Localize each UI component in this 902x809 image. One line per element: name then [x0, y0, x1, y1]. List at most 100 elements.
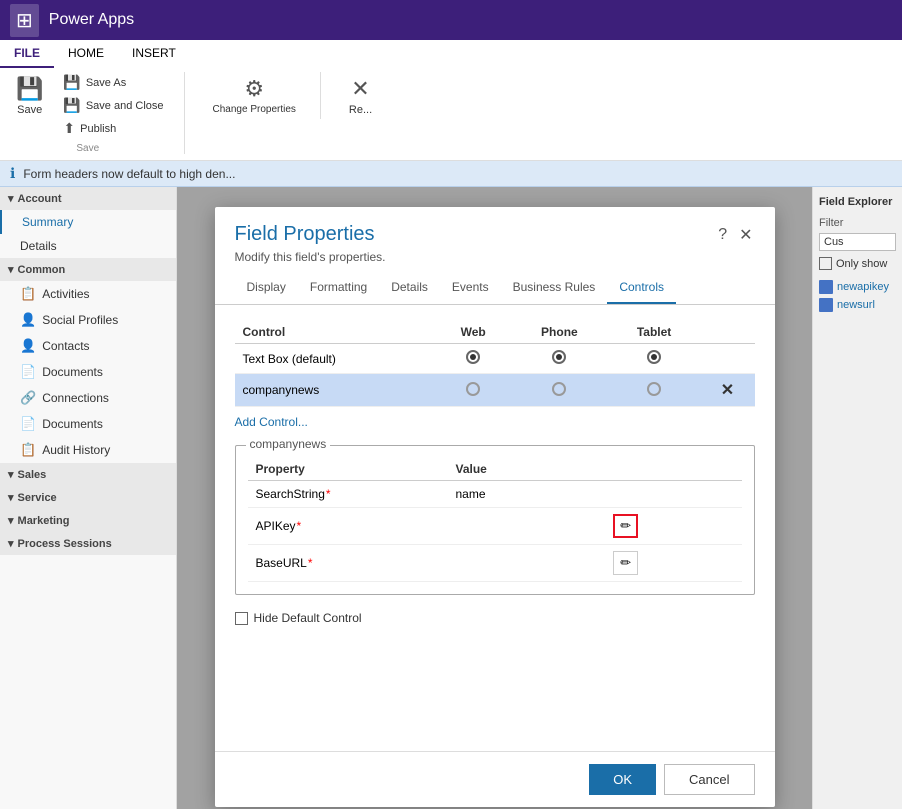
sidebar-item-audit-history[interactable]: 📋 Audit History — [0, 437, 176, 463]
radio-web-companynews[interactable] — [466, 382, 480, 396]
tab-insert[interactable]: INSERT — [118, 40, 190, 68]
save-button[interactable]: 💾 Save — [8, 72, 51, 120]
activities-icon: 📋 — [20, 286, 36, 302]
sidebar-item-documents1[interactable]: 📄 Documents — [0, 359, 176, 385]
only-show-label: Only show — [836, 258, 887, 270]
tab-file[interactable]: FILE — [0, 40, 54, 68]
sidebar-item-summary[interactable]: Summary — [0, 210, 176, 234]
change-properties-button[interactable]: ⚙ Change Properties — [205, 72, 304, 119]
only-show-checkbox[interactable] — [819, 257, 832, 270]
tab-details[interactable]: Details — [379, 272, 440, 304]
controls-table: Control Web Phone Tablet Text Box (defau… — [235, 321, 755, 407]
control-phone-textbox[interactable] — [511, 344, 608, 374]
audit-history-label: Audit History — [42, 443, 110, 457]
control-name-textbox: Text Box (default) — [235, 344, 436, 374]
hide-default-checkbox[interactable] — [235, 612, 248, 625]
prop-edit-baseurl[interactable]: ✏ — [605, 545, 741, 582]
modal-subtitle: Modify this field's properties. — [235, 250, 386, 264]
col-header-control: Control — [235, 321, 436, 344]
radio-tablet-textbox[interactable] — [647, 350, 661, 364]
prop-name-apikey: APIKey* — [248, 508, 448, 545]
tab-events[interactable]: Events — [440, 272, 501, 304]
control-web-companynews[interactable] — [435, 374, 511, 407]
field-item-newapikey[interactable]: newapikey — [819, 278, 896, 296]
hide-default-row: Hide Default Control — [235, 611, 755, 625]
documents1-icon: 📄 — [20, 364, 36, 380]
publish-button[interactable]: ⬆ Publish — [59, 118, 167, 139]
tab-business-rules[interactable]: Business Rules — [501, 272, 608, 304]
radio-tablet-companynews[interactable] — [647, 382, 661, 396]
top-bar: ⊞ Power Apps — [0, 0, 902, 40]
save-as-button[interactable]: 💾 Save As — [59, 72, 167, 93]
sidebar-section-marketing[interactable]: ▾ Marketing — [0, 509, 176, 532]
delete-icon[interactable]: ✕ — [721, 382, 734, 399]
field-icon-newapikey — [819, 280, 833, 294]
ok-button[interactable]: OK — [589, 764, 656, 795]
sidebar-item-contacts[interactable]: 👤 Contacts — [0, 333, 176, 359]
hide-default-label: Hide Default Control — [254, 611, 362, 625]
sidebar-section-account[interactable]: ▾ Account — [0, 187, 176, 210]
add-control-link[interactable]: Add Control... — [235, 415, 308, 429]
radio-phone-textbox[interactable] — [552, 350, 566, 364]
modal-overlay: Field Properties Modify this field's pro… — [177, 187, 812, 809]
table-row: SearchString* name — [248, 481, 742, 508]
sidebar-section-service[interactable]: ▾ Service — [0, 486, 176, 509]
save-label: Save — [17, 104, 42, 116]
account-label: Account — [18, 193, 62, 205]
save-as-icon: 💾 — [63, 74, 80, 91]
publish-icon: ⬆ — [63, 120, 75, 137]
edit-baseurl-button[interactable]: ✏ — [613, 551, 638, 575]
prop-value-searchstring: name — [448, 481, 606, 508]
common-label: Common — [18, 264, 66, 276]
sidebar-section-common[interactable]: ▾ Common — [0, 258, 176, 281]
help-button[interactable]: ? — [716, 223, 729, 247]
control-tablet-companynews[interactable] — [608, 374, 701, 407]
control-web-textbox[interactable] — [435, 344, 511, 374]
field-item-newsurl[interactable]: newsurl — [819, 296, 896, 314]
right-panel: Field Explorer Filter Only show newapike… — [812, 187, 902, 809]
field-properties-modal: Field Properties Modify this field's pro… — [215, 207, 775, 807]
tab-controls[interactable]: Controls — [607, 272, 676, 304]
col-header-phone: Phone — [511, 321, 608, 344]
tab-formatting[interactable]: Formatting — [298, 272, 379, 304]
cancel-button[interactable]: Cancel — [664, 764, 754, 795]
col-header-web: Web — [435, 321, 511, 344]
edit-apikey-button[interactable]: ✏ — [613, 514, 638, 538]
control-name-companynews: companynews — [235, 374, 436, 407]
properties-table: Property Value SearchString* name — [248, 458, 742, 582]
sidebar-section-process-sessions[interactable]: ▾ Process Sessions — [0, 532, 176, 555]
required-star: * — [297, 519, 302, 533]
radio-web-textbox[interactable] — [466, 350, 480, 364]
prop-edit-apikey[interactable]: ✏ — [605, 508, 741, 545]
tab-home[interactable]: HOME — [54, 40, 118, 68]
close-button[interactable]: ✕ — [737, 223, 754, 247]
table-row[interactable]: companynews ✕ — [235, 374, 755, 407]
control-phone-companynews[interactable] — [511, 374, 608, 407]
sidebar-item-documents2[interactable]: 📄 Documents — [0, 411, 176, 437]
control-tablet-textbox[interactable] — [608, 344, 701, 374]
account-chevron-icon: ▾ — [8, 192, 14, 205]
apps-icon[interactable]: ⊞ — [10, 4, 39, 37]
remove-button[interactable]: ✕ Re... — [341, 72, 380, 120]
filter-input[interactable] — [819, 233, 896, 251]
prop-name-baseurl: BaseURL* — [248, 545, 448, 582]
info-icon: ℹ — [10, 165, 15, 182]
connections-icon: 🔗 — [20, 390, 36, 406]
sales-chevron-icon: ▾ — [8, 468, 14, 481]
publish-label: Publish — [80, 123, 116, 135]
tab-display[interactable]: Display — [235, 272, 298, 304]
sidebar-item-connections[interactable]: 🔗 Connections — [0, 385, 176, 411]
modal-header-text: Field Properties Modify this field's pro… — [235, 223, 386, 264]
save-close-button[interactable]: 💾 Save and Close — [59, 95, 167, 116]
control-delete-companynews[interactable]: ✕ — [700, 374, 754, 407]
control-delete-textbox — [700, 344, 754, 374]
documents2-label: Documents — [42, 417, 103, 431]
marketing-label: Marketing — [18, 515, 70, 527]
sidebar-section-sales[interactable]: ▾ Sales — [0, 463, 176, 486]
radio-phone-companynews[interactable] — [552, 382, 566, 396]
col-header-delete — [700, 321, 754, 344]
sidebar-item-activities[interactable]: 📋 Activities — [0, 281, 176, 307]
sidebar-item-social-profiles[interactable]: 👤 Social Profiles — [0, 307, 176, 333]
sidebar-item-details[interactable]: Details — [0, 234, 176, 258]
table-row: APIKey* ✏ — [248, 508, 742, 545]
